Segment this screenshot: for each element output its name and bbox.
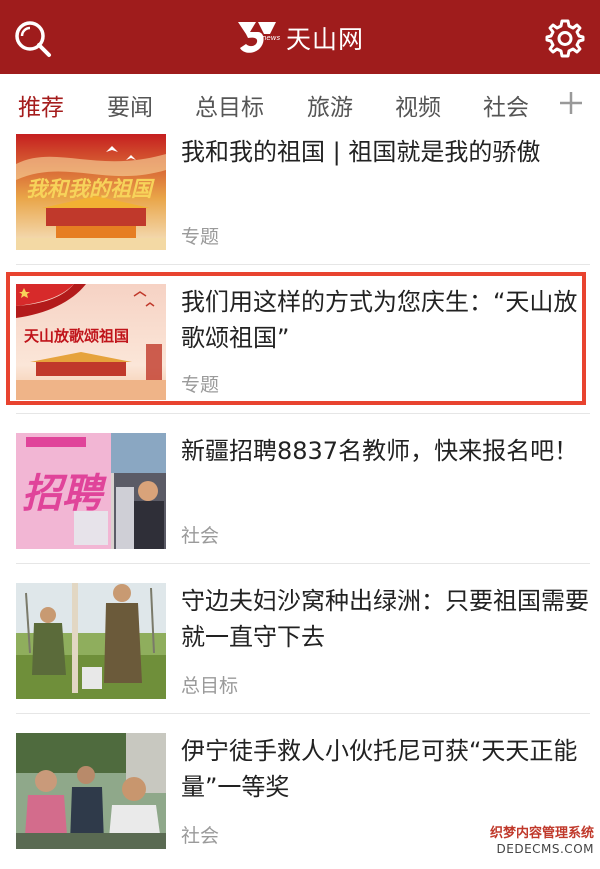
watermark-line1: 织梦内容管理系统 [489, 826, 594, 841]
article-item[interactable]: 我和我的祖国 我和我的祖国 | 祖国就是我的骄傲 专题 [0, 134, 600, 270]
gear-icon[interactable] [545, 18, 585, 58]
article-tag: 总目标 [181, 675, 239, 697]
watermark: 织梦内容管理系统 DEDECMS.COM [488, 826, 594, 858]
divider [16, 563, 590, 564]
tab-society[interactable]: 社会 [483, 88, 529, 122]
divider [16, 713, 590, 714]
article-title[interactable]: 我和我的祖国 | 祖国就是我的骄傲 [181, 134, 589, 170]
category-tabs: 推荐 要闻 总目标 旅游 视频 社会 [0, 74, 600, 132]
app-header: news 天山网 [0, 0, 600, 74]
logo-news-text: news [262, 34, 280, 42]
search-icon[interactable] [12, 18, 54, 60]
highlight-box [6, 272, 586, 405]
divider [16, 264, 590, 265]
tianshan-logo-icon: news [238, 22, 280, 53]
thumb-caption: 招聘 [22, 471, 107, 517]
article-title[interactable]: 守边夫妇沙窝种出绿洲：只要祖国需要就一直守下去 [181, 583, 589, 655]
tab-video[interactable]: 视频 [395, 88, 441, 122]
article-thumbnail: 招聘 [16, 433, 166, 549]
tab-goal[interactable]: 总目标 [195, 88, 264, 122]
plus-icon[interactable] [558, 90, 584, 116]
article-tag: 社会 [181, 825, 220, 847]
thumb-caption: 我和我的祖国 [26, 176, 155, 201]
tab-travel[interactable]: 旅游 [307, 88, 353, 122]
app-title: 天山网 [286, 25, 365, 54]
brand: news 天山网 [236, 18, 364, 58]
article-title[interactable]: 伊宁徒手救人小伙托尼可获“天天正能量”一等奖 [181, 733, 589, 805]
article-item[interactable]: 招聘 新疆招聘8837名教师，快来报名吧！ 社会 [0, 433, 600, 569]
tab-recommend[interactable]: 推荐 [18, 88, 64, 122]
article-tag: 专题 [181, 226, 220, 248]
watermark-line2: DEDECMS.COM [496, 842, 594, 856]
article-thumbnail: 我和我的祖国 [16, 134, 166, 250]
article-item[interactable]: 守边夫妇沙窝种出绿洲：只要祖国需要就一直守下去 总目标 [0, 583, 600, 719]
article-thumbnail [16, 733, 166, 849]
article-title[interactable]: 新疆招聘8837名教师，快来报名吧！ [181, 433, 589, 469]
article-tag: 社会 [181, 525, 220, 547]
article-thumbnail [16, 583, 166, 699]
tab-news[interactable]: 要闻 [107, 88, 153, 122]
divider [16, 413, 590, 414]
